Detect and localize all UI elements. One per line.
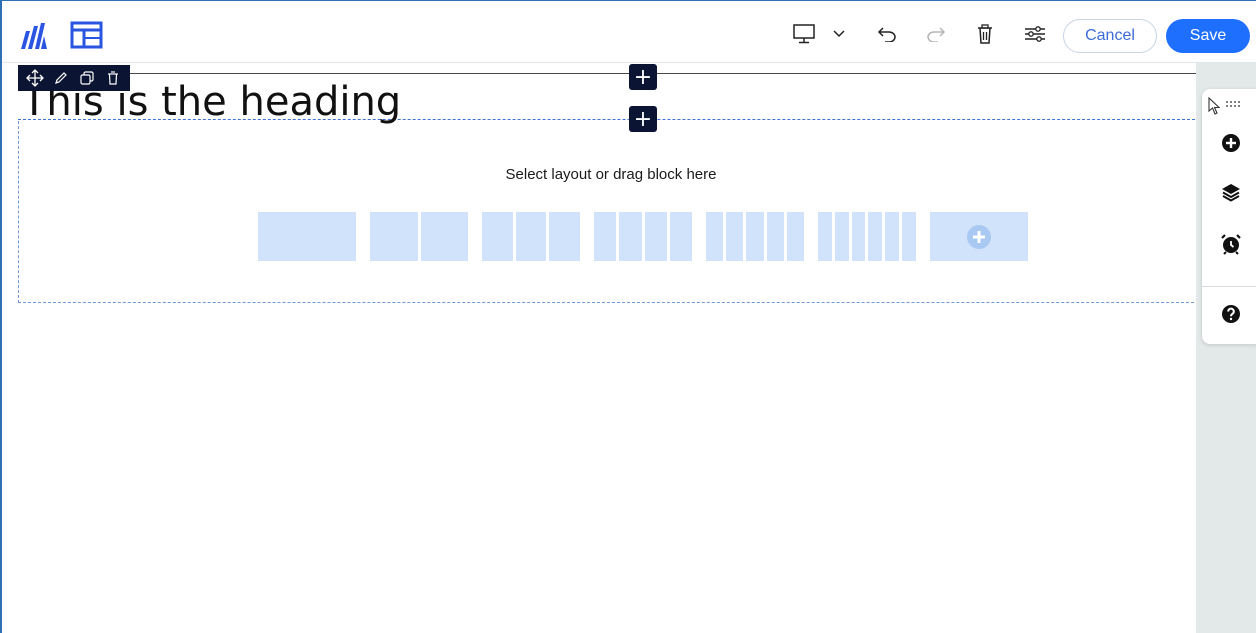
panel-divider: [1202, 286, 1256, 287]
layout-add-custom[interactable]: [930, 212, 1028, 261]
layout-option-5-columns[interactable]: [706, 212, 805, 261]
layout-option-3-columns[interactable]: [482, 212, 581, 261]
move-icon[interactable]: [25, 68, 45, 88]
desktop-icon[interactable]: [792, 23, 816, 45]
layout-option-1-column[interactable]: [258, 212, 356, 261]
undo-icon[interactable]: [876, 23, 898, 45]
settings-sliders-icon[interactable]: [1023, 23, 1047, 45]
cursor-icon[interactable]: [1206, 97, 1224, 115]
dropzone-label: Select layout or drag block here: [505, 166, 717, 183]
layout-option-4-columns[interactable]: [594, 212, 692, 261]
add-block-above-button[interactable]: +: [629, 64, 657, 90]
layout-dropzone[interactable]: Select layout or drag block here: [18, 121, 1204, 303]
layout-option-6-columns[interactable]: [818, 212, 916, 261]
logo-icon[interactable]: [20, 22, 48, 50]
chevron-down-icon[interactable]: [831, 23, 847, 45]
cancel-button[interactable]: Cancel: [1063, 19, 1157, 53]
layout-option-2-columns[interactable]: [370, 212, 468, 261]
add-circle-icon: [967, 224, 991, 249]
top-toolbar: Cancel Save: [2, 1, 1256, 63]
side-tools-panel: [1202, 89, 1256, 344]
layout-icon[interactable]: [70, 21, 103, 49]
add-icon[interactable]: [1220, 132, 1242, 154]
drag-handle-icon[interactable]: [1224, 97, 1244, 111]
trash-icon[interactable]: [975, 23, 995, 45]
block-toolbar: [18, 65, 130, 91]
page-canvas: This is the heading + + Select layout or…: [2, 63, 1204, 633]
duplicate-icon[interactable]: [77, 68, 97, 88]
edit-icon[interactable]: [51, 68, 71, 88]
layout-options: [258, 212, 1028, 261]
editor-window: Cancel Save This is the heading + + Sele…: [0, 0, 1256, 633]
redo-icon[interactable]: [925, 23, 947, 45]
heading-block[interactable]: This is the heading: [18, 73, 1200, 122]
help-icon[interactable]: [1220, 303, 1242, 325]
alarm-icon[interactable]: [1220, 233, 1242, 255]
layers-icon[interactable]: [1220, 181, 1242, 203]
delete-icon[interactable]: [103, 68, 123, 88]
save-button[interactable]: Save: [1166, 19, 1250, 53]
